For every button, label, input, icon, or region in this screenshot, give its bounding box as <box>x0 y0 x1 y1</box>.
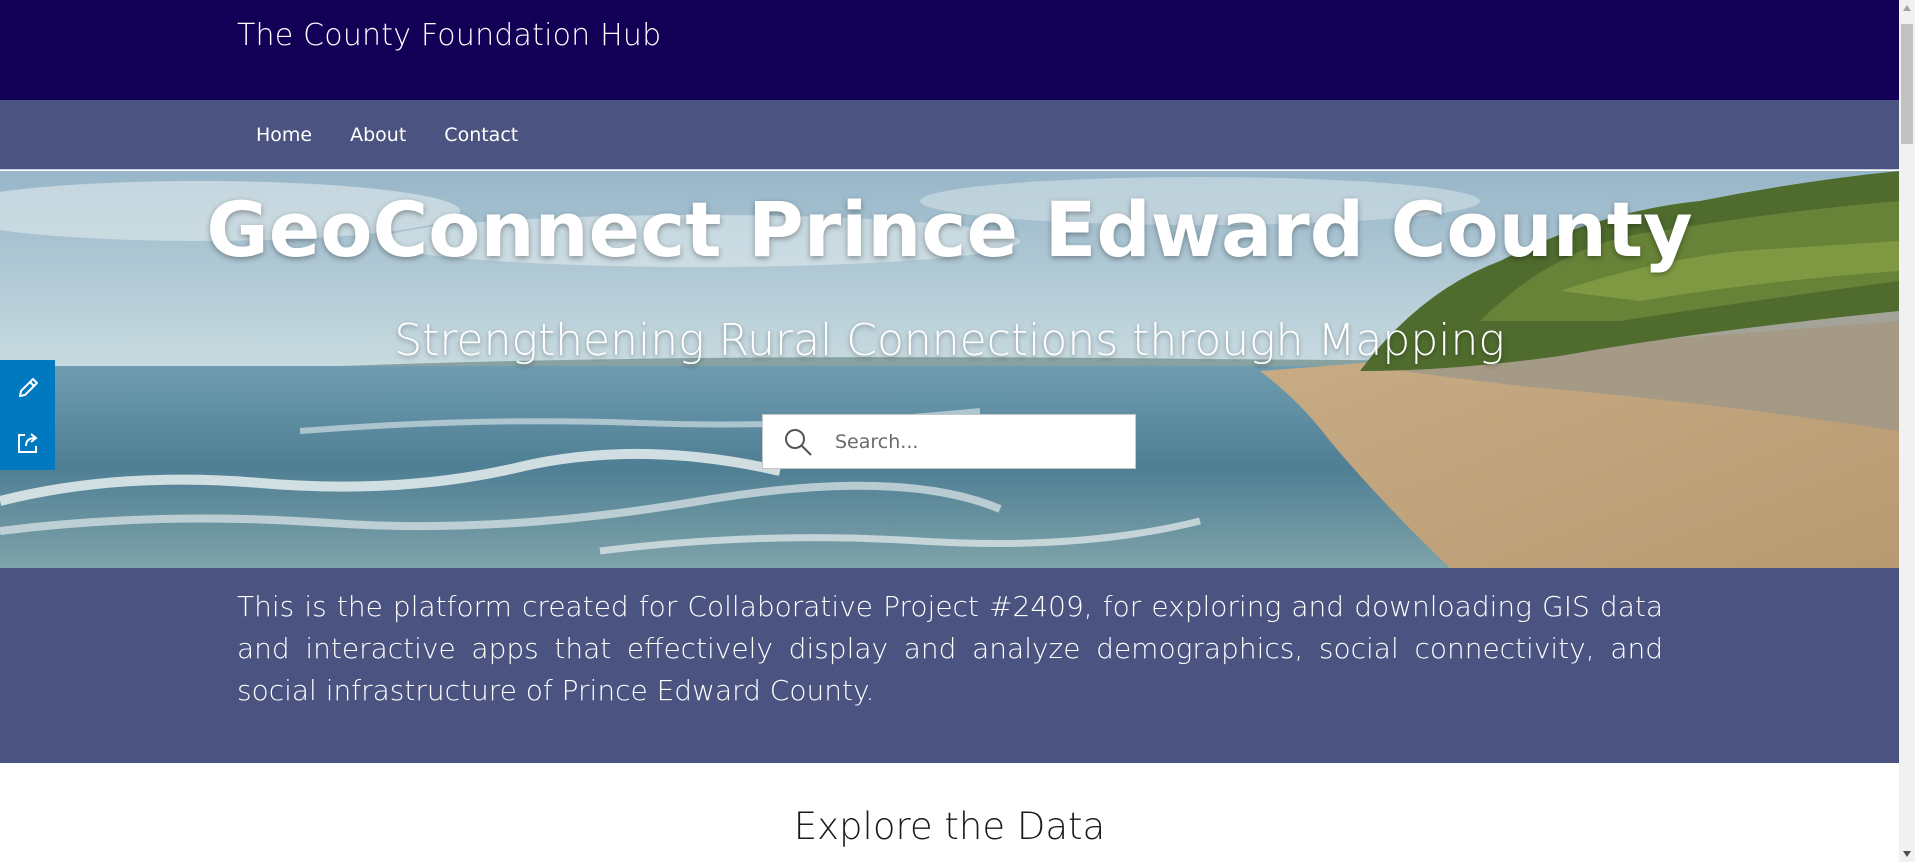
edit-button[interactable] <box>0 360 55 415</box>
site-title[interactable]: The County Foundation Hub <box>237 18 661 53</box>
hero-banner: GeoConnect Prince Edward County Strength… <box>0 171 1899 568</box>
hero-subtitle: Strengthening Rural Connections through … <box>394 315 1505 366</box>
scroll-up-arrow-icon[interactable] <box>1899 0 1915 16</box>
share-button[interactable] <box>0 415 55 470</box>
site-header: The County Foundation Hub <box>0 0 1899 100</box>
nav-item-about[interactable]: About <box>331 124 425 146</box>
page-scrollbar[interactable] <box>1899 0 1915 862</box>
nav-bar: Home About Contact <box>0 100 1899 170</box>
scrollbar-thumb[interactable] <box>1901 24 1913 144</box>
search-icon[interactable] <box>783 427 813 457</box>
nav-item-home[interactable]: Home <box>237 124 331 146</box>
nav-item-contact[interactable]: Contact <box>425 124 537 146</box>
hub-page: The County Foundation Hub Home About Con… <box>0 0 1899 862</box>
intro-text: This is the platform created for Collabo… <box>237 590 1663 707</box>
share-icon <box>17 432 38 453</box>
nav-list: Home About Contact <box>237 100 537 170</box>
hero-title: GeoConnect Prince Edward County <box>206 185 1693 274</box>
pencil-icon <box>18 377 38 397</box>
explore-heading: Explore the Data <box>793 805 1106 848</box>
intro-section: This is the platform created for Collabo… <box>0 568 1899 763</box>
search-input[interactable] <box>833 429 1093 454</box>
search-box[interactable] <box>762 414 1136 469</box>
side-toolbar <box>0 360 55 470</box>
scroll-down-arrow-icon[interactable] <box>1899 846 1915 862</box>
